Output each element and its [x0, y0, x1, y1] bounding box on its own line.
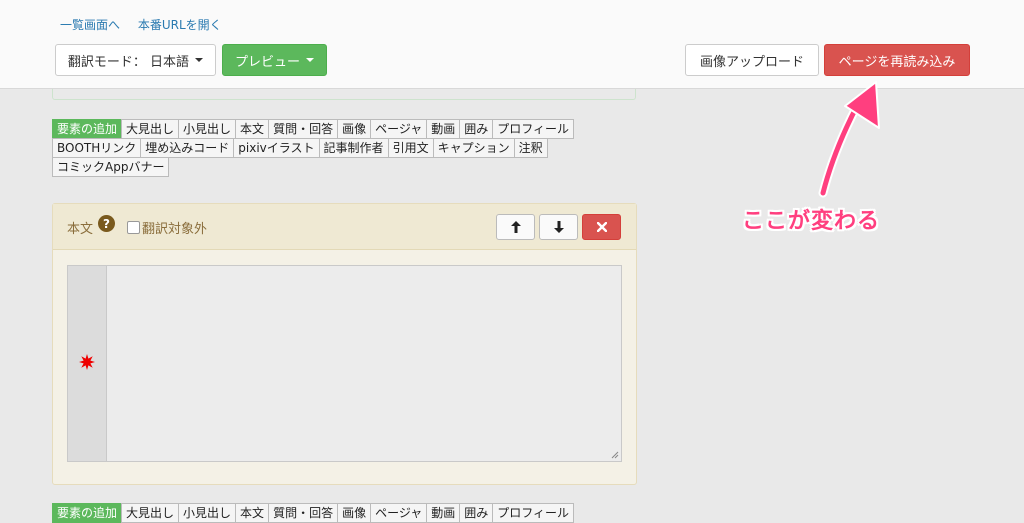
reload-page-button[interactable]: ページを再読み込み [824, 44, 970, 76]
tag-video[interactable]: 動画 [426, 119, 461, 139]
arrow-down-icon [553, 221, 564, 233]
tag-image[interactable]: 画像 [337, 119, 372, 139]
tag-caption[interactable]: キャプション [432, 138, 515, 158]
preview-label: プレビュー [234, 54, 300, 70]
tag-body[interactable]: 本文 [235, 119, 270, 139]
preview-button[interactable]: プレビュー [222, 44, 327, 76]
tag-small-heading[interactable]: 小見出し [178, 119, 237, 139]
tag-box[interactable]: 囲み [459, 119, 494, 139]
exclude-translation-label: 翻訳対象外 [142, 222, 208, 237]
delete-button[interactable] [582, 214, 621, 240]
tag-large-heading[interactable]: 大見出し [121, 503, 180, 523]
tag-add-element[interactable]: 要素の追加 [52, 119, 123, 139]
panel-title: 本文 [67, 222, 94, 237]
add-element-toolbar-bottom: 要素の追加 大見出し 小見出し 本文 質問・回答 画像 ページャ 動画 囲み プ… [52, 503, 582, 523]
tag-pager[interactable]: ページャ [370, 119, 428, 139]
add-element-toolbar: 要素の追加 大見出し 小見出し 本文 質問・回答 画像 ページャ 動画 囲み プ… [52, 119, 582, 177]
tag-note[interactable]: 注釈 [513, 138, 548, 158]
tag-pixiv-illust[interactable]: pixivイラスト [233, 138, 320, 158]
required-marker-icon [79, 354, 95, 370]
resize-handle-icon[interactable] [611, 451, 619, 459]
exclude-translation-checkbox[interactable] [127, 221, 140, 234]
arrow-up-icon [510, 221, 521, 233]
exclude-translation-option[interactable]: 翻訳対象外 [127, 218, 207, 237]
tag-author[interactable]: 記事制作者 [318, 138, 389, 158]
chevron-down-icon [306, 58, 314, 62]
tag-comic-app-banner[interactable]: コミックAppバナー [52, 157, 170, 177]
tag-add-element[interactable]: 要素の追加 [52, 503, 123, 523]
tag-body[interactable]: 本文 [235, 503, 270, 523]
move-down-button[interactable] [539, 214, 578, 240]
open-production-url-link[interactable]: 本番URLを開く [138, 18, 222, 32]
tag-box[interactable]: 囲み [459, 503, 494, 523]
tag-video[interactable]: 動画 [426, 503, 461, 523]
tag-large-heading[interactable]: 大見出し [121, 119, 180, 139]
help-icon[interactable]: ? [98, 215, 115, 232]
chevron-down-icon [195, 58, 204, 62]
translation-mode-label: 翻訳モード： 日本語 [67, 54, 190, 70]
top-toolbar: 一覧画面へ 本番URLを開く 翻訳モード： 日本語 プレビュー 画像アップロード… [0, 0, 1024, 89]
back-to-list-link[interactable]: 一覧画面へ [60, 18, 120, 32]
tag-profile[interactable]: プロフィール [492, 503, 575, 523]
annotation-callout: ここが変わる [742, 209, 881, 234]
tag-small-heading[interactable]: 小見出し [178, 503, 237, 523]
body-text-editor [67, 265, 622, 462]
close-icon [596, 222, 607, 232]
tag-embed-code[interactable]: 埋め込みコード [140, 138, 235, 158]
move-up-button[interactable] [496, 214, 535, 240]
body-text-panel: 本文 ? 翻訳対象外 [52, 203, 637, 485]
image-upload-button[interactable]: 画像アップロード [685, 44, 819, 76]
panel-header: 本文 ? 翻訳対象外 [53, 204, 636, 250]
tag-quote[interactable]: 引用文 [387, 138, 434, 158]
tag-profile[interactable]: プロフィール [492, 119, 575, 139]
body-textarea[interactable] [107, 266, 621, 461]
top-links: 一覧画面へ 本番URLを開く [60, 16, 236, 33]
tag-pager[interactable]: ページャ [370, 503, 428, 523]
translation-mode-dropdown[interactable]: 翻訳モード： 日本語 [55, 44, 216, 76]
tag-booth-link[interactable]: BOOTHリンク [52, 138, 142, 158]
editor-gutter [68, 266, 107, 461]
tag-qa[interactable]: 質問・回答 [268, 503, 339, 523]
tag-image[interactable]: 画像 [337, 503, 372, 523]
tag-qa[interactable]: 質問・回答 [268, 119, 339, 139]
